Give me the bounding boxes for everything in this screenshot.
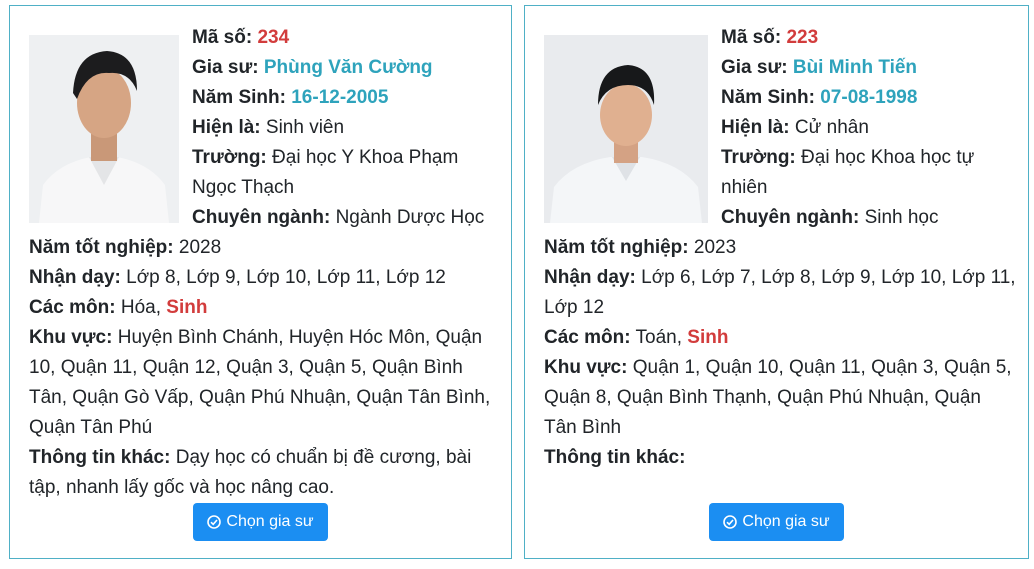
tutor-card: Mã số: 234 Gia sư: Phùng Văn Cường Năm S…: [9, 5, 512, 559]
grad-year-label: Năm tốt nghiệp:: [29, 237, 174, 258]
birth-label: Năm Sinh:: [192, 87, 286, 108]
area-value: Huyện Bình Chánh, Huyện Hóc Môn, Quận: [117, 327, 483, 348]
school-label: Trường:: [721, 147, 796, 168]
tutor-code: 234: [257, 27, 290, 48]
tutor-photo: [29, 35, 179, 223]
subjects-value: Hóa,: [120, 297, 161, 318]
grad-year-label: Năm tốt nghiệp:: [544, 237, 689, 258]
choose-tutor-label: Chọn gia sư: [226, 513, 314, 530]
school-label: Trường:: [192, 147, 267, 168]
other-value: Dạy học có chuẩn bị đề cương, bài: [175, 447, 472, 468]
major-label: Chuyên ngành:: [721, 207, 860, 228]
teach-value-cont: Lớp 12: [544, 297, 605, 318]
major-value: Sinh học: [864, 207, 939, 228]
tutor-photo: [544, 35, 708, 223]
tutor-label: Gia sư:: [721, 57, 788, 78]
birth-label: Năm Sinh:: [721, 87, 815, 108]
check-circle-icon: [723, 515, 738, 529]
tutor-code: 223: [786, 27, 819, 48]
teach-label: Nhận dạy:: [29, 267, 121, 288]
other-label: Thông tin khác:: [544, 447, 686, 468]
code-label: Mã số:: [721, 27, 782, 48]
tutor-label: Gia sư:: [192, 57, 259, 78]
major-label: Chuyên ngành:: [192, 207, 331, 228]
current-label: Hiện là:: [721, 117, 790, 138]
school-value: Đại học Y Khoa Phạm: [272, 147, 459, 168]
subject-highlight: Sinh: [166, 297, 208, 318]
area-value-cont: 10, Quận 11, Quận 12, Quận 3, Quận 5, Qu…: [29, 357, 463, 378]
school-value: Đại học Khoa học tự: [801, 147, 975, 168]
code-label: Mã số:: [192, 27, 253, 48]
area-value-cont: Tân Bình: [544, 417, 622, 438]
check-circle-icon: [207, 515, 222, 529]
current-status: Cử nhân: [794, 117, 869, 138]
school-value-cont: nhiên: [721, 177, 768, 198]
area-value-cont: Quận 8, Quận Bình Thạnh, Quận Phú Nhuận,…: [544, 387, 981, 408]
subjects-label: Các môn:: [544, 327, 631, 348]
grad-year-value: 2023: [693, 237, 737, 258]
other-label: Thông tin khác:: [29, 447, 171, 468]
choose-tutor-button[interactable]: Chọn gia sư: [193, 503, 328, 541]
tutor-name: Phùng Văn Cường: [263, 57, 433, 78]
current-label: Hiện là:: [192, 117, 261, 138]
other-value-cont: tập, nhanh lấy gốc và học nâng cao.: [29, 477, 335, 498]
subject-highlight: Sinh: [687, 327, 729, 348]
subjects-value: Toán,: [635, 327, 682, 348]
tutor-card: Mã số: 223 Gia sư: Bùi Minh Tiến Năm Sin…: [524, 5, 1029, 559]
tutor-name: Bùi Minh Tiến: [792, 57, 918, 78]
teach-label: Nhận dạy:: [544, 267, 636, 288]
area-label: Khu vực:: [29, 327, 113, 348]
grad-year-value: 2028: [178, 237, 222, 258]
birth-date: 16-12-2005: [291, 87, 389, 108]
teach-value: Lớp 6, Lớp 7, Lớp 8, Lớp 9, Lớp 10, Lớp …: [641, 267, 1016, 288]
choose-tutor-button[interactable]: Chọn gia sư: [709, 503, 844, 541]
major-value: Ngành Dược Học: [335, 207, 485, 228]
subjects-label: Các môn:: [29, 297, 116, 318]
area-value-cont: Quận Tân Phú: [29, 417, 153, 438]
school-value-cont: Ngọc Thạch: [192, 177, 295, 198]
area-value-cont: Tân, Quận Gò Vấp, Quận Phú Nhuận, Quận T…: [29, 387, 491, 408]
choose-tutor-label: Chọn gia sư: [742, 513, 830, 530]
teach-value: Lớp 8, Lớp 9, Lớp 10, Lớp 11, Lớp 12: [126, 267, 446, 288]
birth-date: 07-08-1998: [820, 87, 918, 108]
area-value: Quận 1, Quận 10, Quận 11, Quận 3, Quận 5…: [632, 357, 1012, 378]
area-label: Khu vực:: [544, 357, 628, 378]
current-status: Sinh viên: [265, 117, 345, 138]
